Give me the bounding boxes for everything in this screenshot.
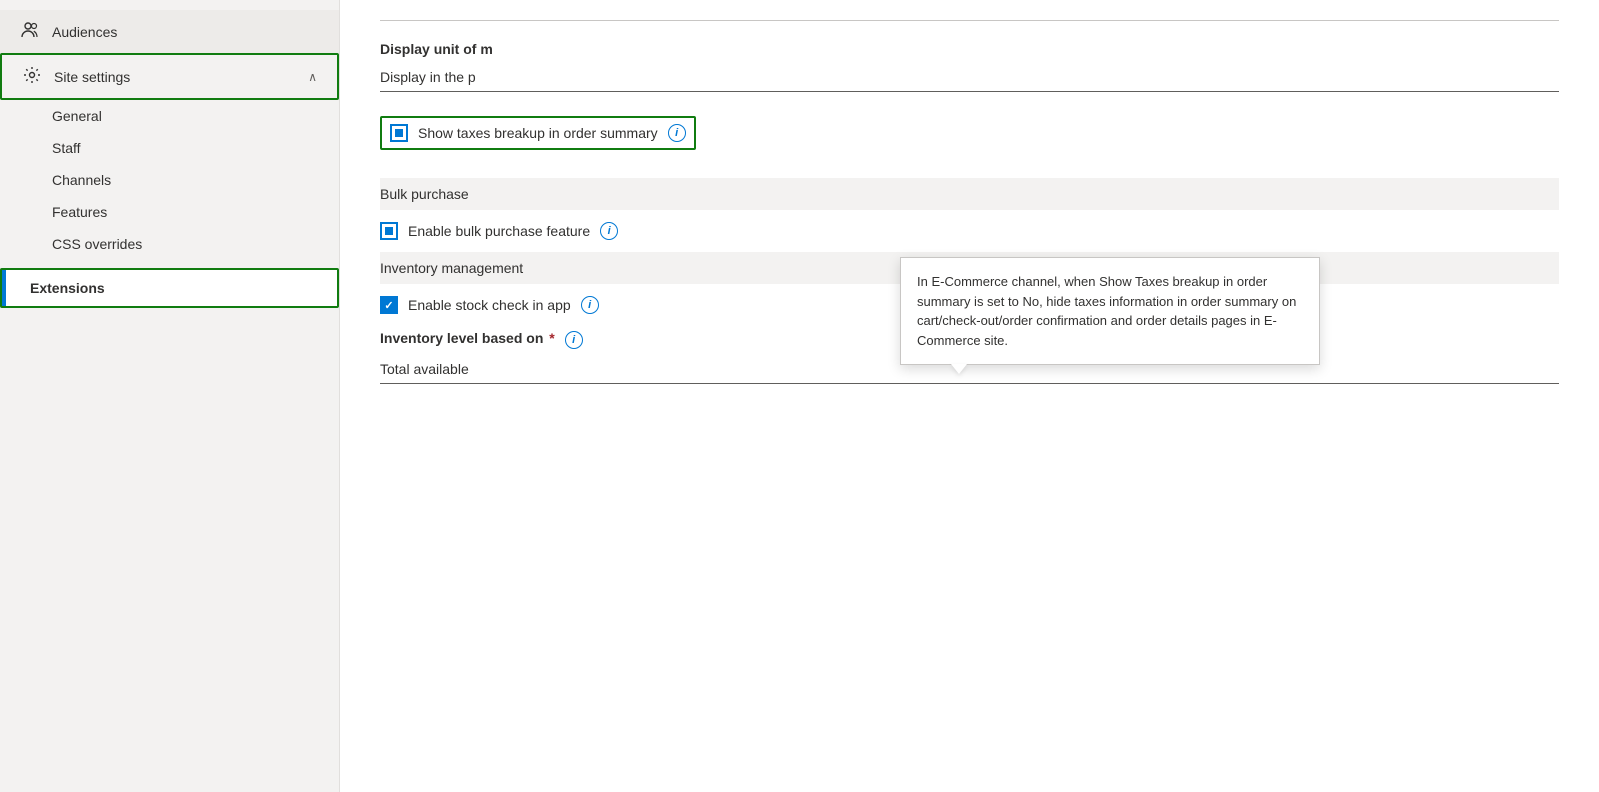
tooltip-arrow [951, 364, 967, 374]
sidebar-item-site-settings[interactable]: Site settings ∧ [0, 53, 339, 100]
tooltip-container: In E-Commerce channel, when Show Taxes b… [900, 257, 1320, 365]
sidebar-sub-item-staff[interactable]: Staff [0, 132, 339, 164]
sidebar-item-audiences[interactable]: Audiences [0, 10, 339, 53]
inventory-checkbox-label: Enable stock check in app [408, 297, 571, 313]
display-unit-field: Display unit of m [380, 41, 1559, 92]
show-taxes-label: Show taxes breakup in order summary [418, 125, 658, 141]
bulk-purchase-info-icon[interactable]: i [600, 222, 618, 240]
extensions-accent-bar [2, 270, 6, 306]
sidebar-sub-item-general[interactable]: General [0, 100, 339, 132]
bulk-purchase-checkbox-row[interactable]: Enable bulk purchase feature i [380, 222, 1559, 240]
inventory-required-asterisk: * [549, 330, 554, 346]
sidebar-sub-item-css-overrides[interactable]: CSS overrides [0, 228, 339, 260]
site-settings-label: Site settings [54, 69, 130, 85]
show-taxes-info-icon[interactable]: i [668, 124, 686, 142]
sidebar: Audiences Site settings ∧ General Staff … [0, 0, 340, 792]
gear-icon [22, 65, 42, 88]
sidebar-sub-item-channels[interactable]: Channels [0, 164, 339, 196]
inventory-info-icon[interactable]: i [581, 296, 599, 314]
display-unit-input[interactable] [380, 63, 1559, 92]
tooltip-text: In E-Commerce channel, when Show Taxes b… [917, 274, 1296, 348]
main-content: Display unit of m In E-Commerce channel,… [340, 0, 1599, 792]
show-taxes-section: In E-Commerce channel, when Show Taxes b… [380, 112, 1559, 162]
top-divider [380, 20, 1559, 21]
bulk-purchase-checkbox[interactable] [380, 222, 398, 240]
audiences-label: Audiences [52, 24, 117, 40]
sidebar-item-extensions[interactable]: Extensions [0, 268, 339, 308]
inventory-section-label: Inventory management [380, 260, 523, 276]
bulk-purchase-section-label: Bulk purchase [380, 186, 469, 202]
display-unit-input-container [380, 63, 1559, 92]
tooltip-box: In E-Commerce channel, when Show Taxes b… [900, 257, 1320, 365]
audiences-icon [20, 20, 40, 43]
show-taxes-checkbox-row[interactable]: Show taxes breakup in order summary i [380, 116, 696, 150]
chevron-up-icon: ∧ [308, 70, 317, 84]
inventory-checkbox[interactable] [380, 296, 398, 314]
extensions-label: Extensions [30, 280, 105, 296]
display-unit-label: Display unit of m [380, 41, 1559, 57]
site-settings-left: Site settings [22, 65, 130, 88]
inventory-level-info-icon[interactable]: i [565, 331, 583, 349]
bulk-purchase-label: Enable bulk purchase feature [408, 223, 590, 239]
show-taxes-checkbox[interactable] [390, 124, 408, 142]
sidebar-sub-item-features[interactable]: Features [0, 196, 339, 228]
bulk-purchase-section-header: Bulk purchase [380, 178, 1559, 210]
